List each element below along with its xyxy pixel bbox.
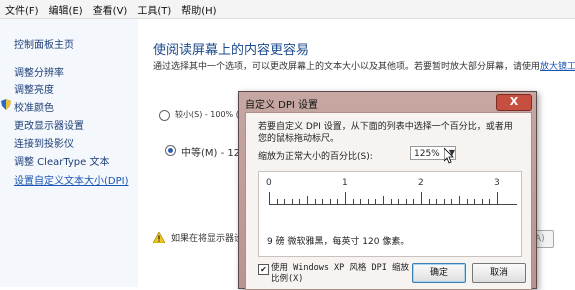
ruler-baseline [269, 204, 517, 205]
dpi-ruler[interactable]: 0 1 2 3 9 磅 微软雅黑，每英寸 120 像素。 [258, 171, 522, 257]
dialog-instructions: 若要自定义 DPI 设置，从下面的列表中选择一个百分比，或者用您的鼠标拖动标尺。 [258, 122, 513, 144]
dialog-title: 自定义 DPI 设置 [245, 100, 319, 111]
ruler-tick [489, 199, 491, 204]
xp-style-label: 使用 Windows XP 风格 DPI 缩放比例(X) [271, 263, 409, 284]
ruler-tick [436, 199, 438, 204]
ruler-tick [466, 199, 468, 204]
ruler-tick [497, 192, 498, 204]
dialog-body: 若要自定义 DPI 设置，从下面的列表中选择一个百分比，或者用您的鼠标拖动标尺。… [245, 112, 532, 290]
ruler-tick [329, 199, 331, 204]
ruler-tick [375, 199, 377, 204]
ruler-tick [284, 199, 286, 204]
ruler-tick [269, 192, 270, 204]
shield-icon [1, 99, 11, 110]
ruler-tick [405, 199, 407, 204]
custom-dpi-dialog: 自定义 DPI 设置 X 若要自定义 DPI 设置，从下面的列表中选择一个百分比… [238, 91, 537, 290]
ruler-tick [299, 199, 301, 204]
sidebar-item-display-settings[interactable]: 更改显示器设置 [14, 117, 84, 132]
ruler-tick [345, 192, 346, 204]
ruler-tick [443, 199, 445, 204]
description-text: 通过选择其中一个选项，可以更改屏幕上的文本大小以及其他项。若要暂时放大部分屏幕，… [153, 62, 541, 72]
close-button[interactable]: X [496, 94, 532, 111]
sidebar-item-resolution[interactable]: 调整分辨率 [14, 64, 64, 79]
page-description: 通过选择其中一个选项，可以更改屏幕上的文本大小以及其他项。若要暂时放大部分屏幕，… [153, 59, 575, 72]
ruler-tick [337, 199, 339, 204]
ruler-tick [428, 199, 430, 204]
ruler-sample-text: 9 磅 微软雅黑，每英寸 120 像素。 [267, 237, 410, 247]
ruler-tick [322, 199, 324, 204]
scale-label: 缩放为正常大小的百分比(S): [258, 152, 373, 162]
menu-edit[interactable]: 编辑(E) [44, 2, 88, 17]
menu-view[interactable]: 查看(V) [88, 2, 133, 17]
sidebar-item-projector[interactable]: 连接到投影仪 [14, 135, 74, 150]
ruler-tick [352, 199, 354, 204]
menu-tools[interactable]: 工具(T) [132, 2, 176, 17]
ruler-tick [459, 196, 460, 204]
ruler-tick [307, 196, 308, 204]
warning-row: 如果在将显示器设 [153, 231, 243, 244]
ruler-tick [276, 199, 278, 204]
ruler-tick [413, 199, 415, 204]
sidebar: 控制面板主页 调整分辨率 调整亮度 校准颜色 更改显示器设置 连接到投影仪 调整… [0, 19, 138, 287]
ruler-number: 2 [418, 178, 424, 188]
menu-help[interactable]: 帮助(H) [176, 2, 221, 17]
ruler-tick [474, 199, 476, 204]
cancel-button[interactable]: 取消 [472, 263, 526, 283]
ruler-tick [367, 199, 369, 204]
ruler-tick [390, 199, 392, 204]
warning-icon [153, 232, 165, 243]
sidebar-item-cleartype[interactable]: 调整 ClearType 文本 [14, 153, 109, 168]
ruler-tick [360, 199, 362, 204]
radio-medium[interactable] [165, 145, 176, 156]
menu-bar: 文件(F) 编辑(E) 查看(V) 工具(T) 帮助(H) [0, 0, 575, 19]
ruler-tick [314, 199, 316, 204]
ruler-tick [291, 199, 293, 204]
mouse-cursor-icon [444, 148, 454, 164]
ruler-tick [398, 199, 400, 204]
sidebar-item-calibrate-color[interactable]: 校准颜色 [14, 99, 54, 114]
sidebar-item-home[interactable]: 控制面板主页 [14, 36, 74, 51]
menu-file[interactable]: 文件(F) [0, 2, 44, 17]
ruler-tick [451, 199, 453, 204]
page-title: 使阅读屏幕上的内容更容易 [153, 43, 310, 58]
xp-style-checkbox[interactable]: ✔ [258, 264, 269, 275]
radio-small[interactable] [159, 110, 170, 121]
ruler-tick [481, 199, 483, 204]
ruler-number: 0 [266, 178, 272, 188]
ruler-tick [383, 196, 384, 204]
magnifier-link[interactable]: 放大镜工具 [540, 62, 575, 72]
ruler-number: 1 [342, 178, 348, 188]
sidebar-item-custom-dpi[interactable]: 设置自定义文本大小(DPI) [14, 172, 128, 187]
warning-text: 如果在将显示器设 [171, 234, 244, 244]
ok-button[interactable]: 确定 [412, 263, 466, 283]
ruler-tick [421, 192, 422, 204]
sidebar-item-brightness[interactable]: 调整亮度 [14, 81, 54, 96]
ruler-number: 3 [494, 178, 500, 188]
